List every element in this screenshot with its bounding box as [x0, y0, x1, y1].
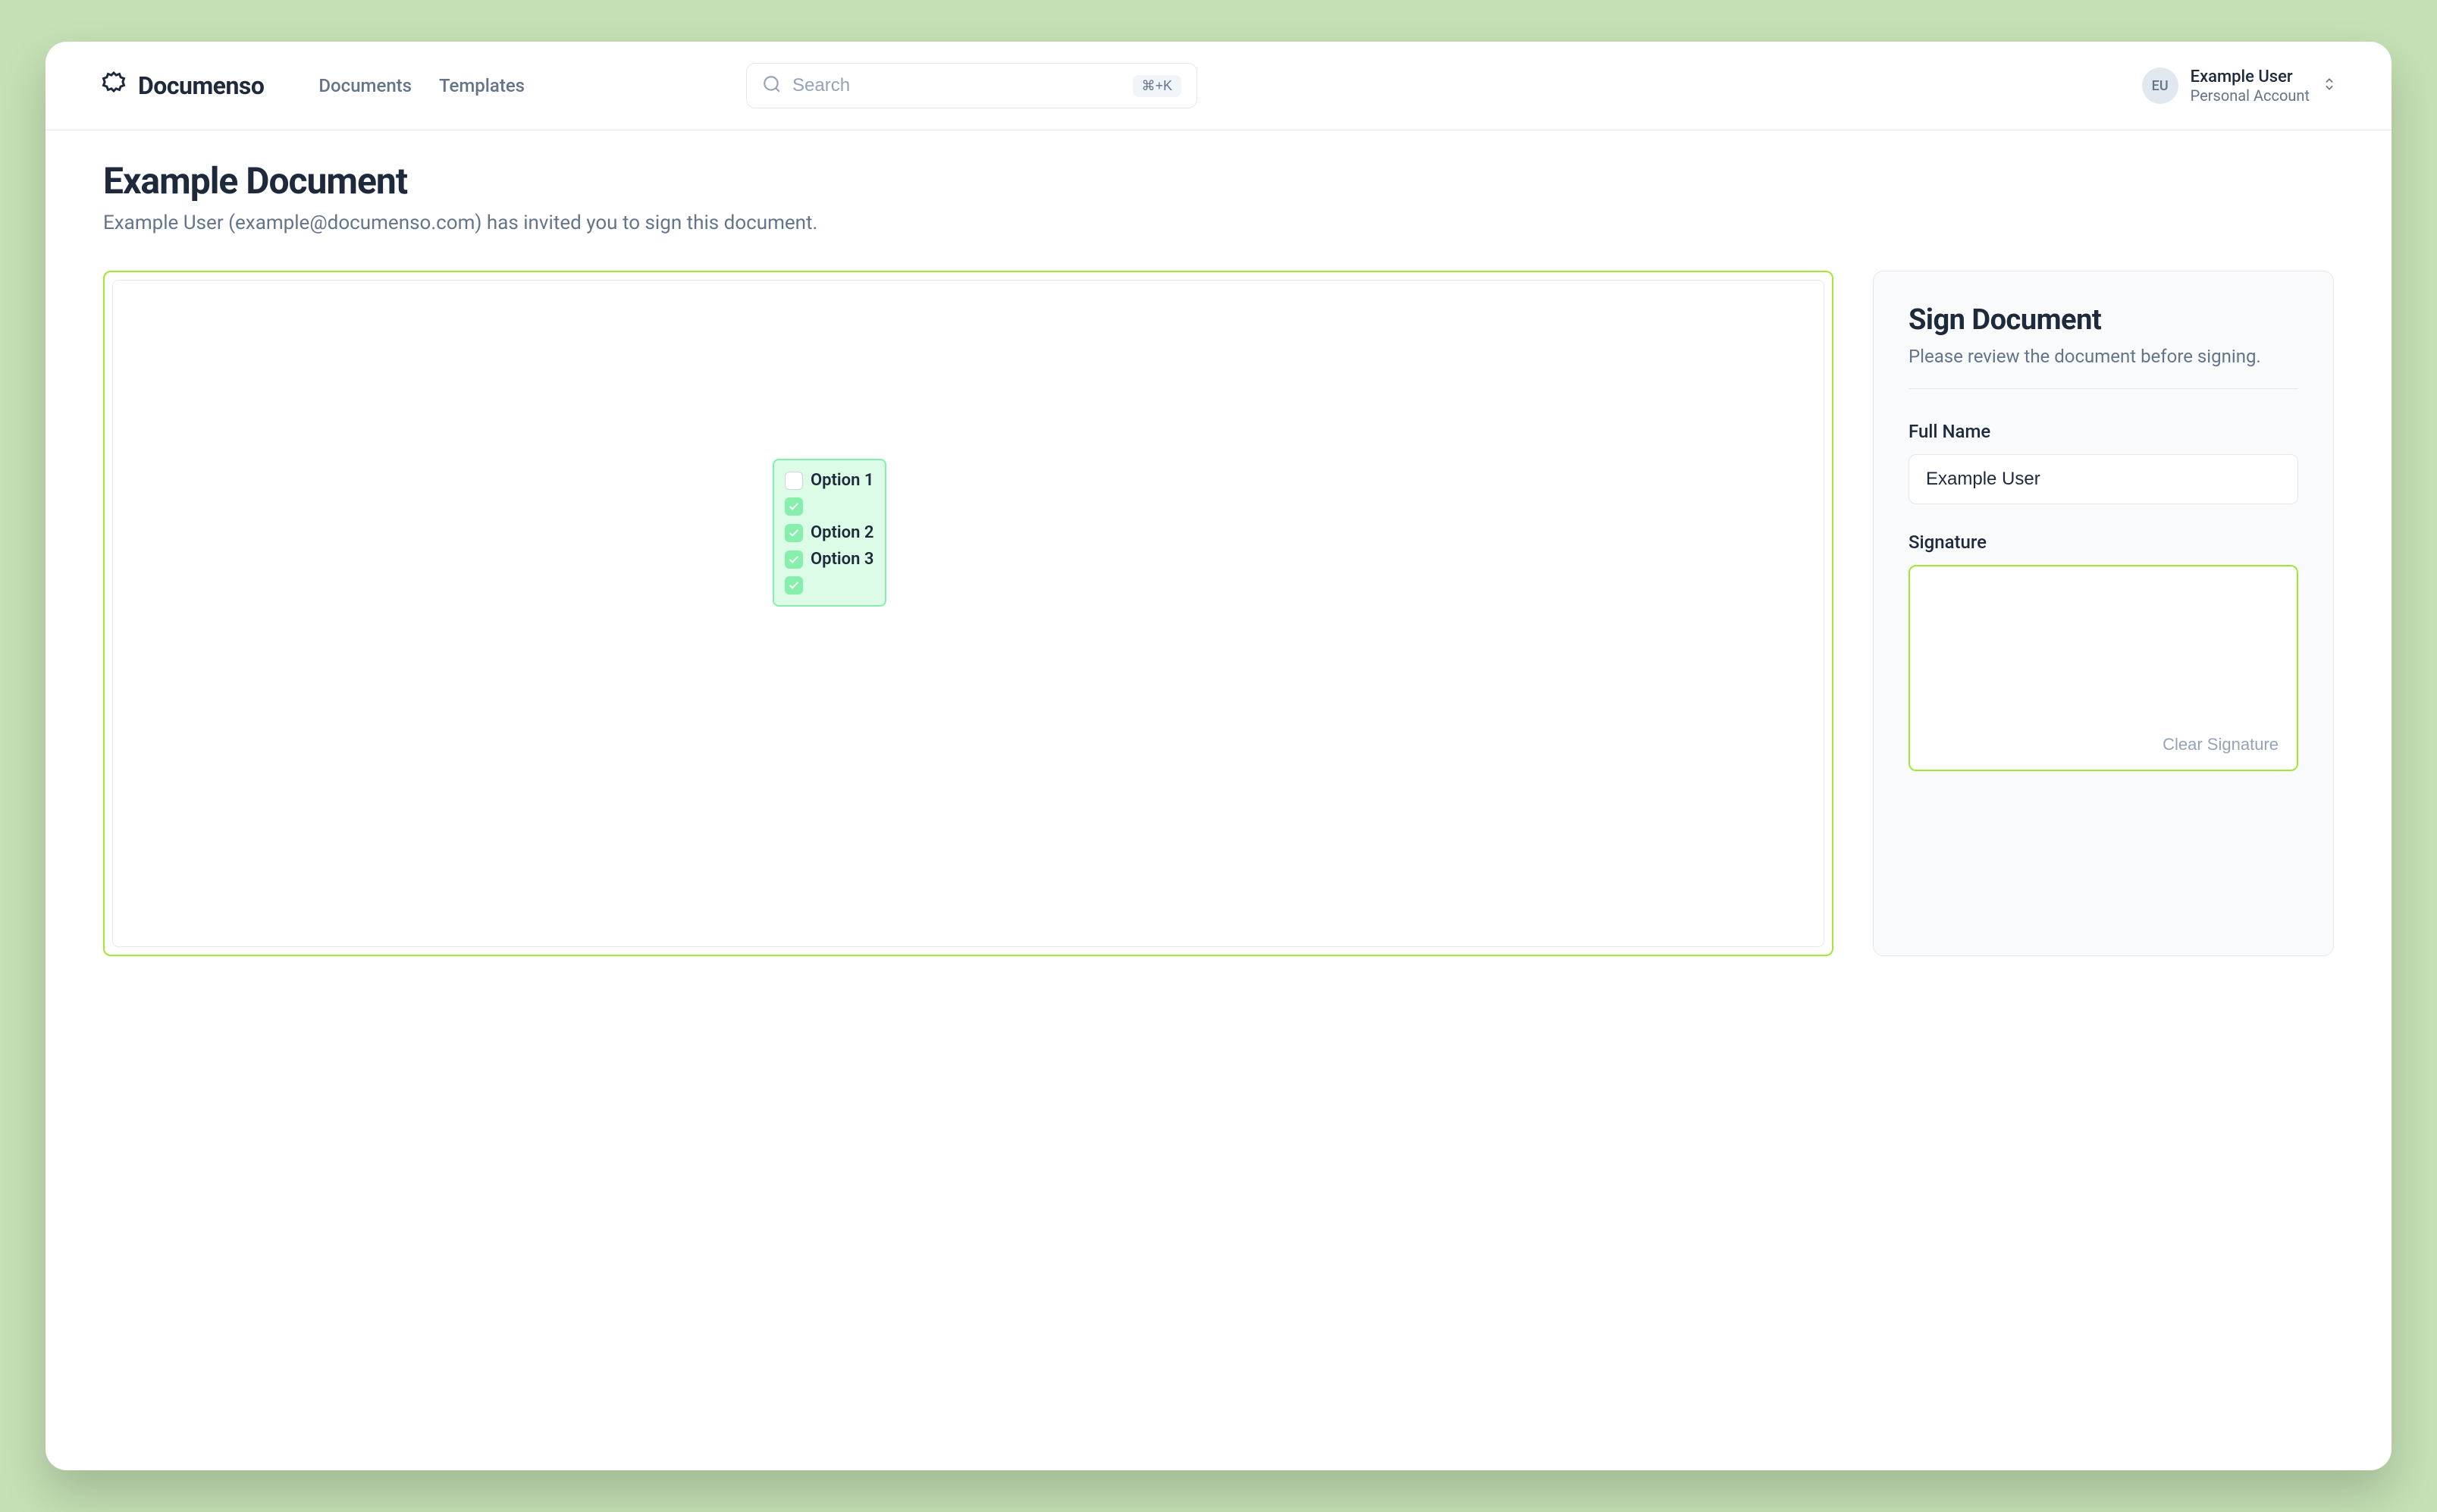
document-page[interactable]: Option 1 Option 2 Option 3	[112, 280, 1824, 947]
nav-templates[interactable]: Templates	[439, 75, 525, 96]
signature-group: Signature Clear Signature	[1909, 532, 2298, 771]
page-title: Example Document	[103, 159, 2334, 202]
checkbox-label: Option 2	[811, 523, 873, 542]
clear-signature-button[interactable]: Clear Signature	[2163, 735, 2279, 754]
checkbox-checked-icon[interactable]	[785, 524, 803, 542]
divider	[1909, 388, 2298, 389]
checkbox-unchecked-icon[interactable]	[785, 472, 803, 490]
checkbox-checked-icon[interactable]	[785, 551, 803, 569]
logo[interactable]: Documenso	[100, 71, 264, 101]
app-window: Documenso Documents Templates ⌘+K EU Exa…	[45, 42, 2392, 1470]
checkbox-label: Option 3	[811, 550, 873, 569]
user-account-type: Personal Account	[2191, 86, 2310, 105]
signature-label: Signature	[1909, 532, 2298, 553]
user-menu[interactable]: EU Example User Personal Account	[2142, 67, 2337, 105]
search-bar[interactable]: ⌘+K	[746, 63, 1197, 108]
sign-panel-subtitle: Please review the document before signin…	[1909, 346, 2298, 367]
checkbox-option[interactable]: Option 3	[785, 550, 874, 569]
page-subtitle: Example User (example@documenso.com) has…	[103, 212, 2334, 234]
sign-panel: Sign Document Please review the document…	[1873, 271, 2334, 956]
user-name: Example User	[2191, 67, 2310, 86]
checkbox-label: Option 1	[811, 471, 873, 490]
main-nav: Documents Templates	[318, 75, 525, 96]
full-name-label: Full Name	[1909, 421, 2298, 442]
checkbox-field[interactable]: Option 1 Option 2 Option 3	[773, 459, 886, 607]
search-input[interactable]	[792, 75, 1121, 96]
main-area: Option 1 Option 2 Option 3 Sign Document P…	[103, 271, 2334, 956]
checkbox-option[interactable]: Option 2	[785, 523, 874, 542]
search-icon	[762, 74, 782, 97]
brand-name: Documenso	[138, 71, 264, 100]
checkbox-checked-icon[interactable]	[785, 497, 803, 516]
checkbox-option[interactable]	[785, 497, 874, 516]
header: Documenso Documents Templates ⌘+K EU Exa…	[45, 42, 2392, 130]
chevron-up-down-icon	[2322, 77, 2337, 95]
document-viewer: Option 1 Option 2 Option 3	[103, 271, 1833, 956]
checkbox-option[interactable]: Option 1	[785, 471, 874, 490]
nav-documents[interactable]: Documents	[318, 75, 412, 96]
full-name-input[interactable]	[1909, 454, 2298, 504]
user-info: Example User Personal Account	[2191, 67, 2310, 105]
search-shortcut: ⌘+K	[1133, 75, 1182, 97]
checkbox-checked-icon[interactable]	[785, 576, 803, 594]
full-name-group: Full Name	[1909, 421, 2298, 504]
sign-panel-title: Sign Document	[1909, 303, 2298, 337]
signature-pad[interactable]: Clear Signature	[1909, 565, 2298, 771]
checkbox-option[interactable]	[785, 576, 874, 594]
content: Example Document Example User (example@d…	[45, 130, 2392, 1470]
avatar: EU	[2142, 67, 2178, 104]
logo-icon	[100, 71, 127, 101]
